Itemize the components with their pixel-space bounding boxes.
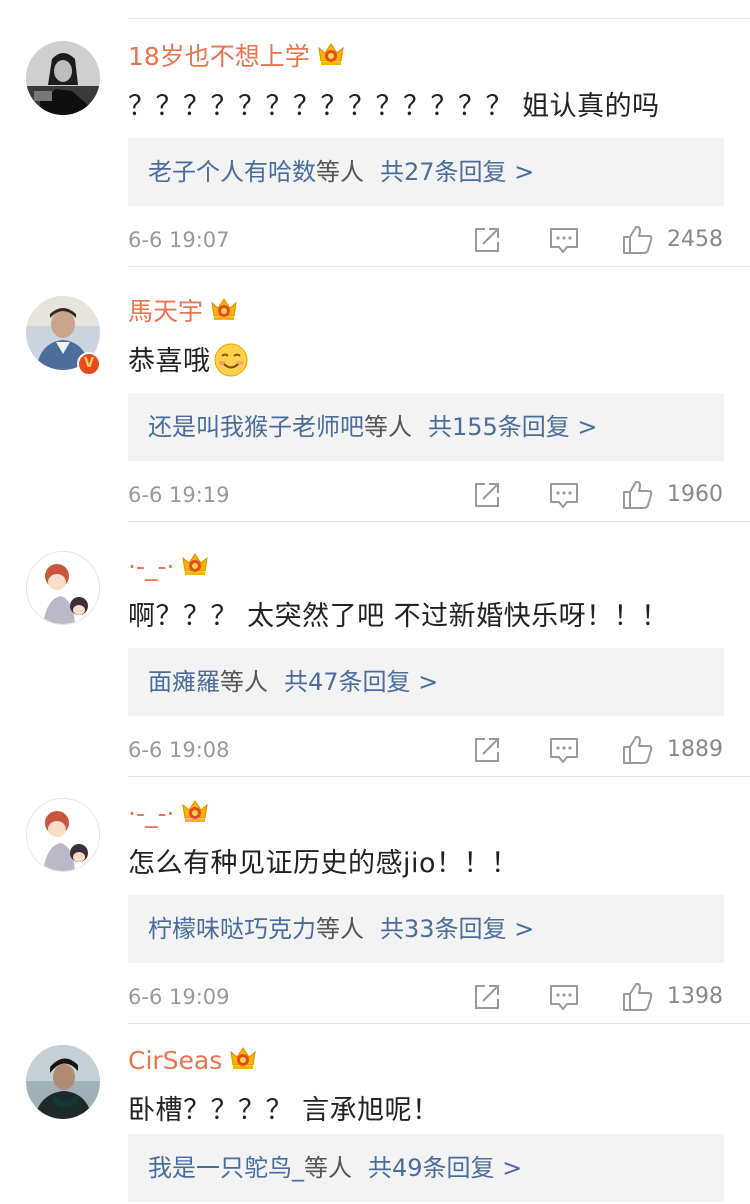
reply-names-link[interactable]: 还是叫我猴子老师吧 [148, 413, 364, 441]
crown-vip-icon [180, 797, 210, 834]
like-count: 1889 [667, 737, 723, 762]
comment-item: CirSeas 卧槽？？？？ 言承旭呢！ 我是一只鸵鸟_等人 共49条回复 > [0, 1024, 750, 1204]
like-count: 2458 [667, 227, 723, 252]
comment-icon[interactable] [549, 983, 579, 1015]
reply-count-link[interactable]: 共33条回复 > [380, 915, 534, 943]
like-icon[interactable] [622, 223, 654, 259]
like-icon[interactable] [622, 980, 654, 1016]
comment-item: ·-_-· 怎么有种见证历史的感jio！！！ 柠檬味哒巧克力等人 共33条回复 >… [0, 777, 750, 1024]
verified-badge: V [77, 352, 101, 376]
timestamp: 6-6 19:08 [128, 738, 230, 762]
username[interactable]: ·-_-· [128, 797, 210, 834]
divider [128, 521, 750, 522]
reply-summary[interactable]: 柠檬味哒巧克力等人 共33条回复 > [128, 895, 724, 963]
like-count: 1960 [667, 482, 723, 507]
avatar[interactable] [26, 798, 100, 872]
avatar[interactable] [26, 1045, 100, 1119]
reply-suffix: 等人 [304, 1154, 352, 1182]
like-count: 1398 [667, 984, 723, 1009]
comment-item: V 馬天宇 恭喜哦 还是叫我猴子老师吧等人 共155条回复 > 6-6 19:19… [0, 275, 750, 522]
comment-item: ·-_-· 啊？？？ 太突然了吧 不过新婚快乐呀！！！ 面瘫羅等人 共47条回复 … [0, 530, 750, 777]
reply-count-link[interactable]: 共47条回复 > [284, 668, 438, 696]
crown-vip-icon [316, 40, 346, 77]
comment-icon[interactable] [549, 736, 579, 768]
reply-count-link[interactable]: 共27条回复 > [380, 158, 534, 186]
reply-summary[interactable]: 我是一只鸵鸟_等人 共49条回复 > [128, 1134, 724, 1202]
share-icon[interactable] [473, 983, 501, 1015]
top-divider [128, 18, 750, 19]
reply-suffix: 等人 [364, 413, 412, 441]
timestamp: 6-6 19:09 [128, 985, 230, 1009]
crown-vip-icon [209, 295, 239, 332]
comment-text: 怎么有种见证历史的感jio！！！ [128, 848, 519, 879]
reply-summary[interactable]: 面瘫羅等人 共47条回复 > [128, 648, 724, 716]
username[interactable]: CirSeas [128, 1044, 258, 1081]
comment-text: 恭喜哦 [128, 342, 249, 390]
share-icon[interactable] [473, 481, 501, 513]
divider [128, 266, 750, 267]
reply-names-link[interactable]: 柠檬味哒巧克力 [148, 915, 316, 943]
comment-text: 卧槽？？？？ 言承旭呢！ [128, 1095, 440, 1126]
share-icon[interactable] [473, 736, 501, 768]
reply-suffix: 等人 [316, 915, 364, 943]
reply-suffix: 等人 [316, 158, 364, 186]
comment-text: ？？？？？？？？？？？？？？ 姐认真的吗 [128, 91, 660, 122]
share-icon[interactable] [473, 226, 501, 258]
timestamp: 6-6 19:07 [128, 228, 230, 252]
crown-vip-icon [228, 1044, 258, 1081]
like-icon[interactable] [622, 478, 654, 514]
comment-icon[interactable] [549, 481, 579, 513]
crown-vip-icon [180, 550, 210, 587]
avatar[interactable] [26, 41, 100, 115]
comment-icon[interactable] [549, 226, 579, 258]
like-icon[interactable] [622, 733, 654, 769]
comment-item: 18岁也不想上学 ？？？？？？？？？？？？？？ 姐认真的吗 老子个人有哈数等人共… [0, 20, 750, 267]
reply-names-link[interactable]: 我是一只鸵鸟_ [148, 1154, 304, 1182]
reply-names-link[interactable]: 面瘫羅 [148, 668, 220, 696]
comment-text: 啊？？？ 太突然了吧 不过新婚快乐呀！！！ [128, 601, 669, 632]
reply-summary[interactable]: 老子个人有哈数等人 共27条回复 > [128, 138, 724, 206]
timestamp: 6-6 19:19 [128, 483, 230, 507]
reply-count-link[interactable]: 共49条回复 > [368, 1154, 522, 1182]
reply-names-link[interactable]: 老子个人有哈数 [148, 158, 316, 186]
reply-summary[interactable]: 还是叫我猴子老师吧等人 共155条回复 > [128, 393, 724, 461]
reply-suffix: 等人 [220, 668, 268, 696]
username[interactable]: 馬天宇 [128, 295, 239, 332]
reply-count-link[interactable]: 共155条回复 > [428, 413, 598, 441]
smile-emoji-icon [213, 342, 249, 390]
avatar[interactable] [26, 551, 100, 625]
username[interactable]: 18岁也不想上学 [128, 40, 346, 77]
username[interactable]: ·-_-· [128, 550, 210, 587]
